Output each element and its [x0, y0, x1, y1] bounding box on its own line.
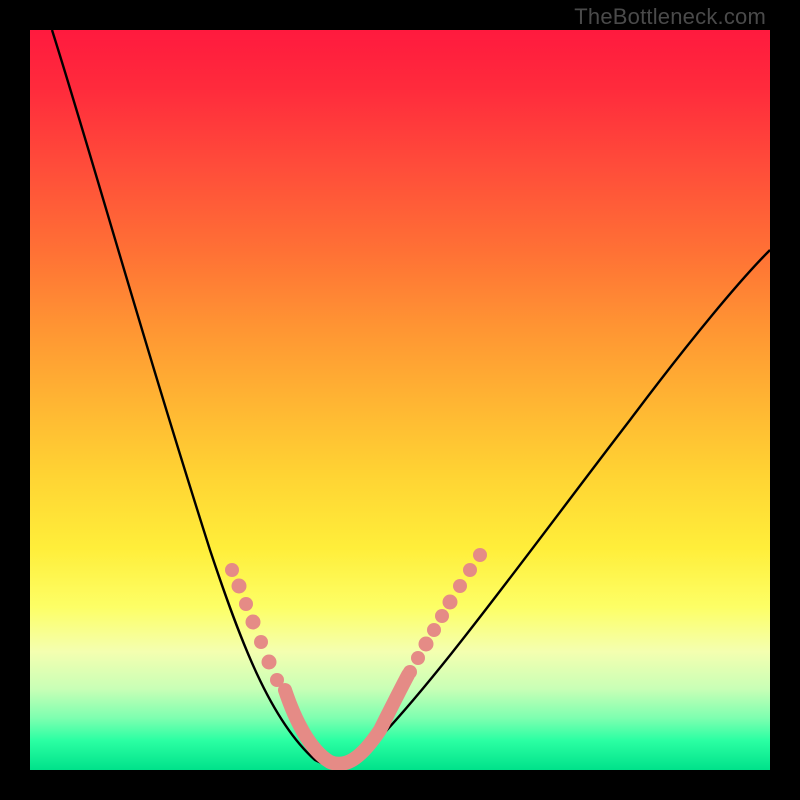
- chart-frame: TheBottleneck.com: [0, 0, 800, 800]
- highlight-dots-right: [403, 548, 487, 679]
- valley-band: [285, 675, 408, 764]
- bottleneck-curve-svg: [30, 30, 770, 770]
- bottleneck-curve: [52, 30, 770, 766]
- watermark-text: TheBottleneck.com: [574, 4, 766, 30]
- plot-area: [30, 30, 770, 770]
